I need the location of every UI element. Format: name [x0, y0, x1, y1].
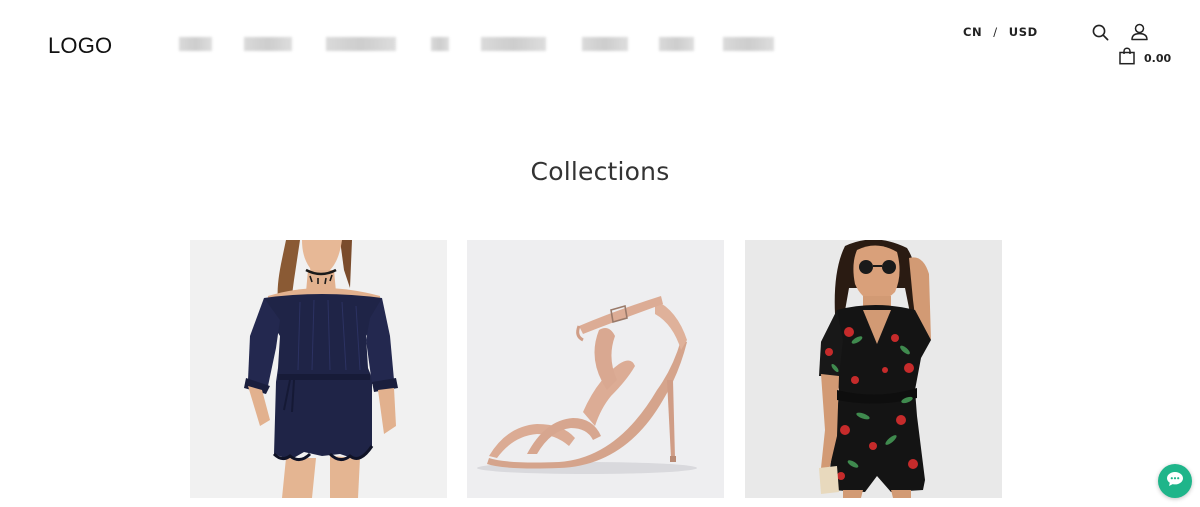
- nav-item-1[interactable]: [179, 37, 212, 51]
- locale-switcher: CN / USD: [963, 25, 1038, 39]
- nav-item-2[interactable]: [244, 37, 292, 51]
- collection-card-3[interactable]: [745, 240, 1002, 498]
- shopping-bag-icon: [1118, 47, 1136, 69]
- nav-item-3[interactable]: [326, 37, 396, 51]
- collection-image-heel-sandal: [467, 240, 724, 498]
- page: LOGO CN / USD 0.00 Collections: [0, 0, 1200, 507]
- collection-card-2[interactable]: [467, 240, 724, 498]
- collections-heading: Collections: [530, 157, 670, 186]
- account-icon[interactable]: [1130, 23, 1149, 45]
- search-icon[interactable]: [1092, 24, 1109, 45]
- language-selector[interactable]: CN: [963, 25, 982, 39]
- cart-total: 0.00: [1144, 51, 1172, 65]
- chat-button[interactable]: [1158, 464, 1192, 498]
- nav-item-6[interactable]: [582, 37, 628, 51]
- collection-image-romper-navy: [190, 240, 447, 498]
- logo[interactable]: LOGO: [48, 33, 112, 59]
- cart-button[interactable]: 0.00: [1118, 47, 1171, 69]
- nav-item-4[interactable]: [431, 37, 449, 51]
- currency-selector[interactable]: USD: [1009, 25, 1038, 39]
- chat-bubble-icon: [1166, 471, 1184, 491]
- nav-item-5[interactable]: [481, 37, 546, 51]
- locale-separator: /: [993, 25, 998, 39]
- nav-item-8[interactable]: [723, 37, 774, 51]
- collection-image-romper-floral: [745, 240, 1002, 498]
- collection-card-1[interactable]: [190, 240, 447, 498]
- nav-item-7[interactable]: [659, 37, 694, 51]
